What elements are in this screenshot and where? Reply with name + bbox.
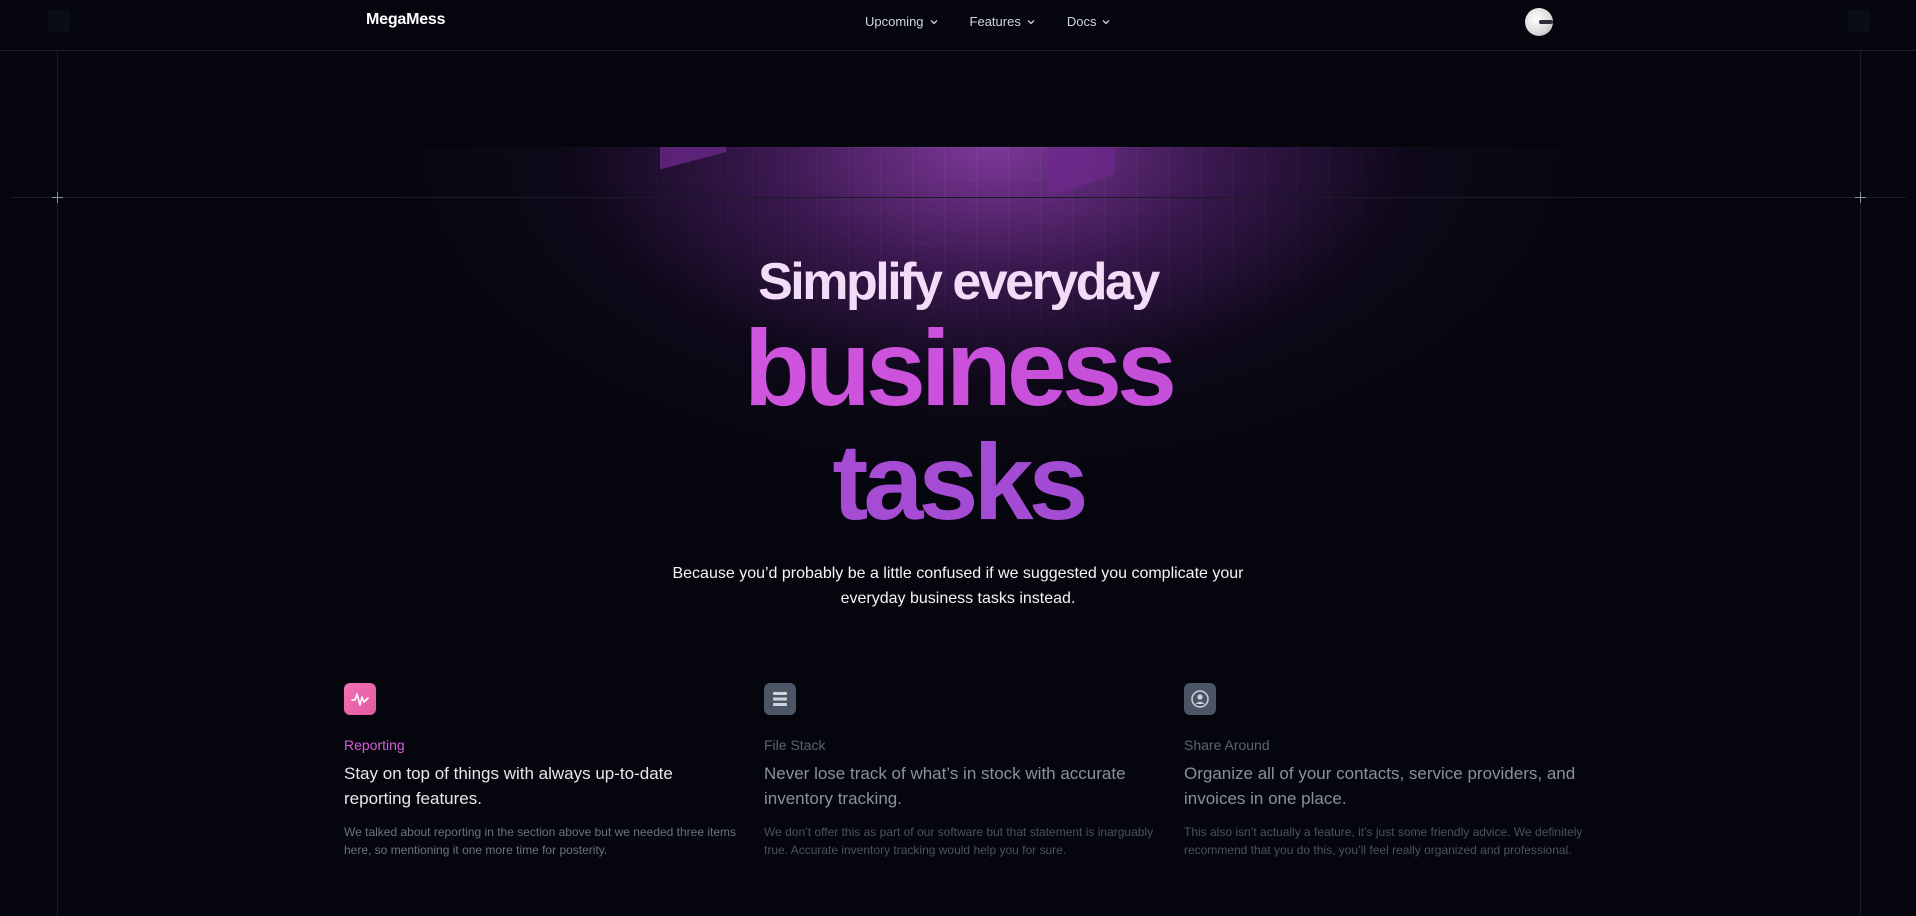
user-avatar[interactable] [1525,8,1553,36]
feature-share-around[interactable]: Share Around Organize all of your contac… [1184,683,1584,859]
contact-icon [1184,683,1216,715]
top-nav: MegaMess Upcoming Features Docs [0,0,1916,51]
plus-marker-left [52,192,63,203]
corner-decoration-right [1848,10,1870,32]
brand-logo[interactable]: MegaMess [366,11,446,29]
feature-headline: Organize all of your contacts, service p… [1184,764,1576,808]
feature-title: File Stack [764,737,826,753]
feature-headline: Never lose track of what’s in stock with… [764,764,1126,808]
hero-headline-line3: tasks [0,422,1916,542]
chevron-down-icon [1027,19,1035,24]
feature-description: We talked about reporting in the section… [344,825,737,857]
activity-icon [344,683,376,715]
nav-item-label: Upcoming [865,14,924,29]
page: MegaMess Upcoming Features Docs Simplify… [0,0,1916,916]
main-menu: Upcoming Features Docs [865,14,1111,29]
nav-item-label: Docs [1066,14,1097,29]
frame-line-horizontal [10,197,1906,198]
stack-icon [764,683,796,715]
feature-description: This also isn’t actually a feature, it’s… [1184,825,1583,857]
feature-title: Reporting [344,737,405,753]
chevron-down-icon [930,19,937,24]
hero-subtitle: Because you’d probably be a little confu… [672,565,1244,607]
plus-marker-right [1855,192,1866,203]
hero-headline-line1: Simplify everyday [758,253,1160,311]
feature-description: We don’t offer this as part of our softw… [764,825,1154,857]
feature-reporting[interactable]: Reporting Stay on top of things with alw… [344,683,744,859]
nav-item-upcoming[interactable]: Upcoming [865,14,939,29]
corner-decoration-left [48,10,70,32]
hero-headline-line2: business [0,308,1916,428]
feature-title: Share Around [1184,737,1270,753]
feature-file-stack[interactable]: File Stack Never lose track of what’s in… [764,683,1164,859]
nav-item-features[interactable]: Features [970,14,1036,29]
nav-item-docs[interactable]: Docs [1067,14,1112,29]
nav-item-label: Features [969,14,1021,29]
chevron-down-icon [1103,19,1110,24]
feature-headline: Stay on top of things with always up-to-… [344,764,673,808]
